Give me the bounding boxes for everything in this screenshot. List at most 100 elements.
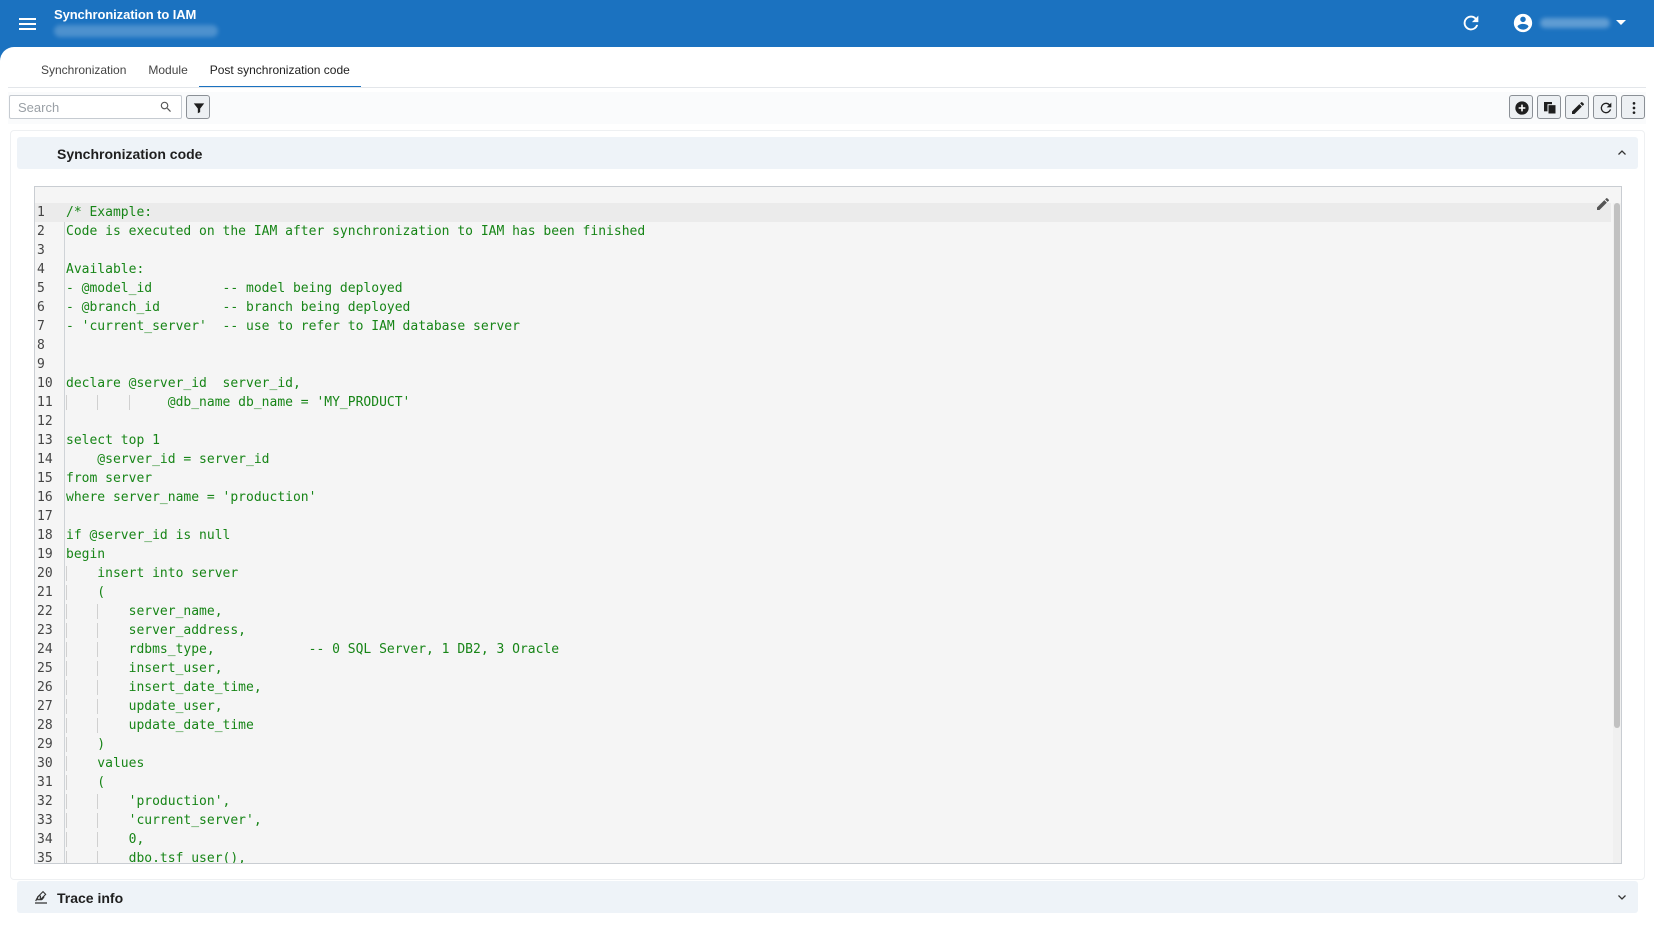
line-text: /* Example: [66, 205, 153, 220]
signature-icon [35, 890, 47, 904]
code-line[interactable]: 16 where server_name = 'production' [35, 488, 1611, 507]
code-line[interactable]: 9 [35, 355, 1611, 374]
search-icon[interactable] [159, 100, 173, 114]
line-text: insert_date_time, [66, 680, 262, 695]
indent-guide [128, 395, 130, 410]
code-line[interactable]: 30 values [35, 754, 1611, 773]
indent-guide [97, 851, 99, 863]
add-button[interactable] [1509, 95, 1533, 119]
line-number: 7 [37, 319, 45, 334]
line-number: 35 [37, 851, 53, 864]
toolbar [8, 92, 1646, 124]
more-button[interactable] [1621, 95, 1645, 119]
indent-guide [97, 813, 99, 828]
filter-button[interactable] [186, 95, 210, 119]
line-text: where server_name = 'production' [66, 490, 317, 505]
copy-icon [1544, 102, 1557, 115]
line-number: 5 [37, 281, 45, 296]
indent-guide [97, 794, 99, 809]
refresh-icon[interactable] [1460, 12, 1482, 34]
indent-guide [97, 395, 99, 410]
code-line[interactable]: 3 [35, 241, 1611, 260]
indent-guide [66, 661, 67, 676]
line-number: 10 [37, 376, 53, 391]
section-header-trace-info[interactable]: Trace info [17, 881, 1638, 913]
code-line[interactable]: 26 insert_date_time, [35, 678, 1611, 697]
line-number: 1 [37, 205, 45, 220]
code-line[interactable]: 18 if @server_id is null [35, 526, 1611, 545]
indent-guide [97, 604, 99, 619]
code-line[interactable]: 4 Available: [35, 260, 1611, 279]
line-text: update_user, [66, 699, 223, 714]
line-number: 27 [37, 699, 53, 714]
account-circle-icon [1513, 13, 1533, 33]
edit-button[interactable] [1565, 95, 1589, 119]
code-line[interactable]: 22 server_name, [35, 602, 1611, 621]
code-line[interactable]: 34 0, [35, 830, 1611, 849]
more-icon [1632, 102, 1636, 114]
code-line[interactable]: 13 select top 1 [35, 431, 1611, 450]
editor-scrollbar[interactable] [1613, 203, 1621, 863]
indent-guide [97, 699, 99, 714]
code-line[interactable]: 2 Code is executed on the IAM after synch… [35, 222, 1611, 241]
indent-guide [66, 832, 67, 847]
line-number: 22 [37, 604, 53, 619]
edit-icon [1572, 101, 1585, 114]
code-line[interactable]: 21 ( [35, 583, 1611, 602]
line-text: rdbms_type, -- 0 SQL Server, 1 DB2, 3 Or… [66, 642, 560, 657]
code-line[interactable]: 29 ) [35, 735, 1611, 754]
line-number: 18 [37, 528, 53, 543]
line-number: 23 [37, 623, 53, 638]
search-input[interactable] [18, 96, 148, 118]
code-line[interactable]: 1 /* Example: [35, 203, 1611, 222]
section-title: Trace info [57, 890, 124, 906]
indent-guide [97, 718, 99, 733]
code-line[interactable]: 15 from server [35, 469, 1611, 488]
line-text: from server [66, 471, 153, 486]
line-number: 4 [37, 262, 45, 277]
code-line[interactable]: 24 rdbms_type, -- 0 SQL Server, 1 DB2, 3… [35, 640, 1611, 659]
code-line[interactable]: 32 'production', [35, 792, 1611, 811]
code-line[interactable]: 33 'current_server', [35, 811, 1611, 830]
edit-pencil-icon[interactable] [1595, 196, 1611, 212]
user-name-redacted [1540, 18, 1610, 28]
add-icon [1515, 101, 1529, 115]
code-line[interactable]: 10 declare @server_id server_id, [35, 374, 1611, 393]
app-bar: Synchronization to IAM [0, 0, 1654, 47]
tab-module[interactable]: Module [137, 48, 198, 88]
code-line[interactable]: 8 [35, 336, 1611, 355]
code-line[interactable]: 27 update_user, [35, 697, 1611, 716]
tab-post-synchronization-code[interactable]: Post synchronization code [198, 48, 361, 88]
code-line[interactable]: 14 @server_id = server_id [35, 450, 1611, 469]
indent-guide [97, 661, 99, 676]
code-line[interactable]: 20 insert into server [35, 564, 1611, 583]
indent-guide [66, 395, 67, 410]
code-line[interactable]: 6 - @branch_id -- branch being deployed [35, 298, 1611, 317]
line-text: ( [66, 585, 106, 600]
scrollbar-thumb[interactable] [1614, 203, 1620, 728]
indent-guide [66, 642, 67, 657]
copy-button[interactable] [1537, 95, 1561, 119]
code-line[interactable]: 35 dbo.tsf_user(), [35, 849, 1611, 864]
section-header-synchronization-code[interactable]: Synchronization code [17, 137, 1638, 169]
code-line[interactable]: 23 server_address, [35, 621, 1611, 640]
account-menu[interactable] [1512, 11, 1632, 35]
code-line[interactable]: 5 - @model_id -- model being deployed [35, 279, 1611, 298]
line-number: 8 [37, 338, 45, 353]
code-line[interactable]: 11 @db_name db_name = 'MY_PRODUCT' [35, 393, 1611, 412]
line-text: insert_user, [66, 661, 223, 676]
chevron-down-icon [1616, 20, 1626, 25]
code-editor[interactable]: 1 /* Example: 2 Code is executed on the IAM… [34, 186, 1622, 864]
code-line[interactable]: 17 [35, 507, 1611, 526]
refresh-button[interactable] [1593, 95, 1617, 119]
code-line[interactable]: 25 insert_user, [35, 659, 1611, 678]
hamburger-menu-icon[interactable] [16, 12, 40, 36]
refresh-icon [1600, 102, 1612, 114]
code-line[interactable]: 19 begin [35, 545, 1611, 564]
code-line[interactable]: 28 update_date_time [35, 716, 1611, 735]
tab-synchronization[interactable]: Synchronization [30, 48, 137, 88]
code-line[interactable]: 7 - 'current_server' -- use to refer to I… [35, 317, 1611, 336]
code-line[interactable]: 31 ( [35, 773, 1611, 792]
code-line[interactable]: 12 [35, 412, 1611, 431]
indent-guide [66, 604, 67, 619]
